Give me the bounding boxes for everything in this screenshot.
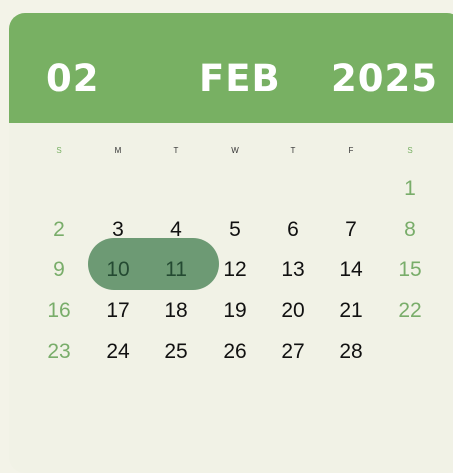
day-cell[interactable]: 2 — [39, 218, 79, 242]
header-day: 02 — [46, 57, 100, 100]
day-cell[interactable]: 16 — [39, 299, 79, 323]
day-cell[interactable]: 3 — [98, 218, 138, 242]
calendar-header: 02 FEB 2025 — [9, 13, 453, 123]
day-cell[interactable]: 24 — [98, 340, 138, 364]
day-cell[interactable]: 19 — [215, 299, 255, 323]
day-cell[interactable]: 21 — [331, 299, 371, 323]
header-month[interactable]: FEB — [199, 57, 281, 100]
weekday-label: T — [290, 146, 296, 155]
day-cell[interactable]: 1 — [390, 177, 430, 201]
day-cell[interactable]: 17 — [98, 299, 138, 323]
day-cell[interactable]: 28 — [331, 340, 371, 364]
day-cell[interactable]: 18 — [156, 299, 196, 323]
weekday-label: W — [231, 146, 239, 155]
day-cell[interactable]: 14 — [331, 258, 371, 282]
weekday-label: M — [114, 146, 122, 155]
day-cell[interactable]: 12 — [215, 258, 255, 282]
day-cell[interactable]: 13 — [273, 258, 313, 282]
weekday-label: F — [348, 146, 354, 155]
weekday-label: S — [56, 146, 62, 155]
day-cell[interactable]: 5 — [215, 218, 255, 242]
day-cell[interactable]: 10 — [98, 258, 138, 282]
weekday-label: S — [407, 146, 413, 155]
day-cell[interactable]: 27 — [273, 340, 313, 364]
day-cell[interactable]: 25 — [156, 340, 196, 364]
day-cell[interactable]: 15 — [390, 258, 430, 282]
day-cell[interactable]: 26 — [215, 340, 255, 364]
day-cell[interactable]: 6 — [273, 218, 313, 242]
day-cell[interactable]: 8 — [390, 218, 430, 242]
day-cell[interactable]: 20 — [273, 299, 313, 323]
day-cell[interactable]: 9 — [39, 258, 79, 282]
day-cell[interactable]: 7 — [331, 218, 371, 242]
day-cell[interactable]: 23 — [39, 340, 79, 364]
calendar-card: 02 FEB 2025 SMTWTFS 1 2 3 4 5 6 7 8 9 10 11 12 13 14 1… — [9, 13, 453, 473]
header-year[interactable]: 2025 — [331, 57, 438, 100]
day-cell[interactable]: 11 — [156, 258, 196, 282]
day-cell[interactable]: 4 — [156, 218, 196, 242]
day-cell[interactable]: 22 — [390, 299, 430, 323]
weekday-label: T — [173, 146, 179, 155]
